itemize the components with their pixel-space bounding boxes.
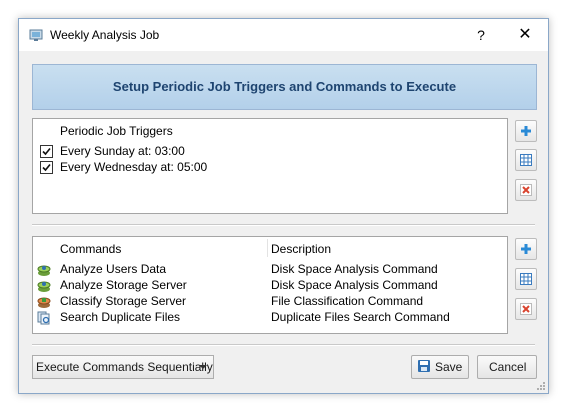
floppy-disk-icon bbox=[418, 360, 430, 372]
trigger-checkbox[interactable] bbox=[40, 161, 53, 174]
commands-column-header[interactable]: Commands bbox=[60, 242, 121, 256]
delete-trigger-button[interactable] bbox=[515, 179, 537, 201]
add-command-button[interactable] bbox=[515, 238, 537, 260]
window-title: Weekly Analysis Job bbox=[50, 28, 160, 42]
save-label: Save bbox=[435, 360, 463, 374]
job-icon bbox=[29, 29, 43, 41]
triggers-list[interactable]: Periodic Job Triggers Every Sunday at: 0… bbox=[32, 118, 508, 214]
title-bar[interactable]: Weekly Analysis Job ? ✕ bbox=[19, 19, 548, 51]
trigger-row[interactable]: Every Sunday at: 03:00 bbox=[60, 144, 185, 158]
trigger-checkbox[interactable] bbox=[40, 145, 53, 158]
edit-command-button[interactable] bbox=[515, 268, 537, 290]
plus-icon bbox=[521, 126, 531, 136]
delete-icon bbox=[520, 184, 532, 196]
commands-list[interactable]: Commands Description Analyze Users Data … bbox=[32, 236, 508, 334]
save-button[interactable]: Save bbox=[411, 355, 469, 379]
help-button[interactable]: ? bbox=[471, 25, 491, 45]
disk-analysis-icon bbox=[37, 265, 51, 276]
file-classification-icon bbox=[37, 297, 51, 308]
separator bbox=[32, 224, 535, 226]
command-name[interactable]: Classify Storage Server bbox=[60, 294, 186, 308]
delete-icon bbox=[520, 303, 532, 315]
command-name[interactable]: Search Duplicate Files bbox=[60, 310, 180, 324]
cancel-label: Cancel bbox=[489, 360, 527, 374]
separator bbox=[32, 344, 535, 346]
close-button[interactable]: ✕ bbox=[515, 25, 535, 45]
command-description[interactable]: Disk Space Analysis Command bbox=[271, 278, 438, 292]
edit-grid-icon bbox=[520, 154, 532, 166]
command-description[interactable]: File Classification Command bbox=[271, 294, 423, 308]
edit-grid-icon bbox=[520, 273, 532, 285]
header-banner: Setup Periodic Job Triggers and Commands… bbox=[32, 64, 537, 110]
execution-mode-select[interactable]: Execute Commands Sequentially bbox=[32, 355, 214, 379]
triggers-column-header[interactable]: Periodic Job Triggers bbox=[60, 124, 173, 138]
command-description[interactable]: Disk Space Analysis Command bbox=[271, 262, 438, 276]
execution-mode-value: Execute Commands Sequentially bbox=[36, 360, 213, 374]
edit-trigger-button[interactable] bbox=[515, 149, 537, 171]
resize-grip-icon[interactable] bbox=[536, 381, 546, 391]
command-name[interactable]: Analyze Storage Server bbox=[60, 278, 187, 292]
command-description[interactable]: Duplicate Files Search Command bbox=[271, 310, 450, 324]
command-name[interactable]: Analyze Users Data bbox=[60, 262, 166, 276]
header-title: Setup Periodic Job Triggers and Commands… bbox=[112, 79, 457, 94]
add-trigger-button[interactable] bbox=[515, 120, 537, 142]
trigger-row[interactable]: Every Wednesday at: 05:00 bbox=[60, 160, 207, 174]
job-dialog: Weekly Analysis Job ? ✕ Setup Periodic J… bbox=[18, 18, 549, 394]
plus-icon bbox=[521, 244, 531, 254]
cancel-button[interactable]: Cancel bbox=[477, 355, 537, 379]
column-divider bbox=[267, 239, 268, 257]
duplicate-search-icon bbox=[37, 311, 50, 325]
description-column-header[interactable]: Description bbox=[271, 242, 331, 256]
disk-analysis-icon bbox=[37, 281, 51, 292]
delete-command-button[interactable] bbox=[515, 298, 537, 320]
chevron-down-icon bbox=[199, 365, 207, 369]
